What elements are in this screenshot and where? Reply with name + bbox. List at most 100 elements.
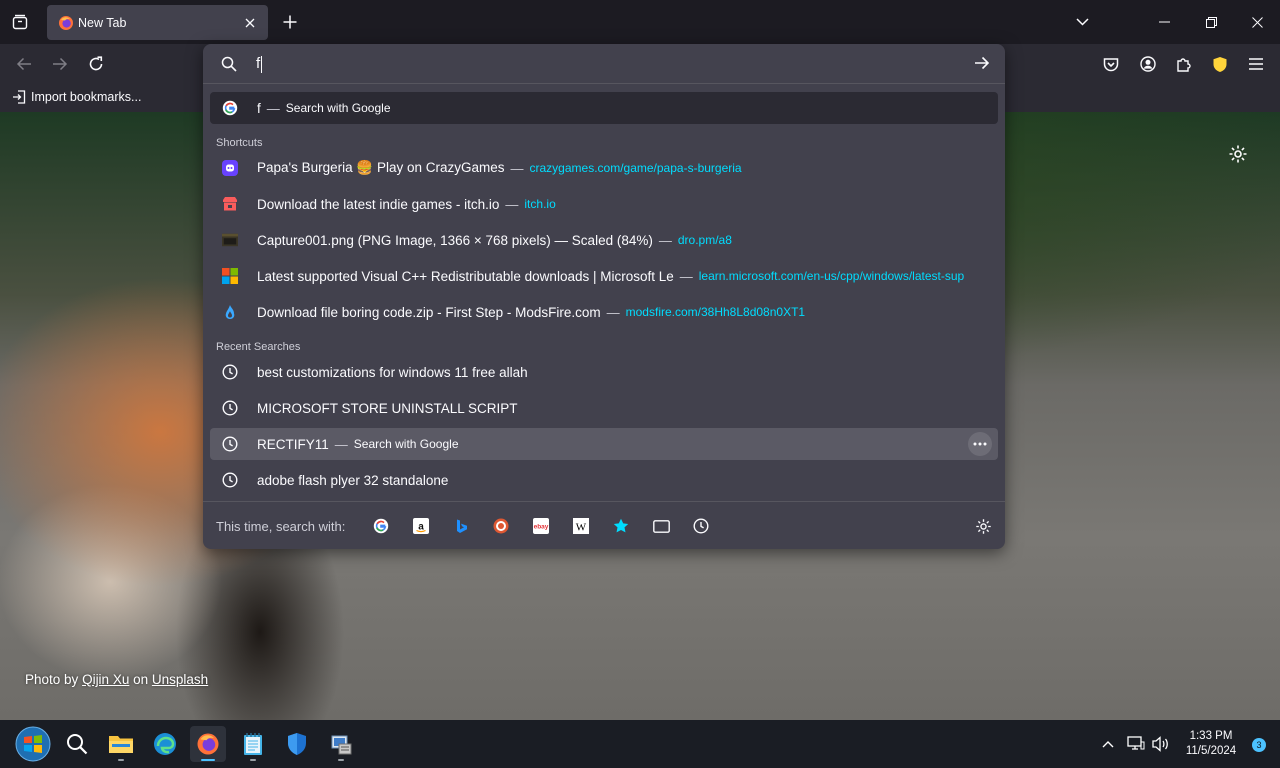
show-hidden-icons-chevron-icon[interactable] xyxy=(1098,734,1118,754)
recent-searches-group-label: Recent Searches xyxy=(216,341,301,353)
search-icon xyxy=(221,56,237,75)
tabs-icon[interactable] xyxy=(650,515,672,537)
shortcut-result[interactable]: Latest supported Visual C++ Redistributa… xyxy=(210,260,998,292)
shortcut-url: learn.microsoft.com/en-us/cpp/windows/la… xyxy=(698,269,965,283)
wikipedia-engine-icon[interactable]: W xyxy=(570,515,592,537)
modsfire-icon xyxy=(222,304,238,320)
svg-text:W: W xyxy=(576,522,587,534)
photo-credit-prefix: Photo by xyxy=(25,672,79,687)
network-icon[interactable] xyxy=(1126,734,1146,754)
shortcut-title: Download file boring code.zip - First St… xyxy=(257,304,601,320)
list-all-tabs-chevron-icon[interactable] xyxy=(1070,10,1094,34)
file-explorer-icon[interactable] xyxy=(103,726,139,762)
pocket-icon[interactable] xyxy=(1099,52,1123,76)
svg-text:ebay: ebay xyxy=(534,524,549,531)
urlbar-input-row[interactable]: f xyxy=(203,44,1005,84)
account-icon[interactable] xyxy=(1136,52,1160,76)
history-clock-icon xyxy=(222,364,238,380)
result-separator: — xyxy=(679,268,693,284)
reload-icon[interactable] xyxy=(84,52,108,76)
bookmarks-star-icon[interactable] xyxy=(610,515,632,537)
firefox-taskbar-icon[interactable] xyxy=(190,726,226,762)
shortcut-title: Download the latest indie games - itch.i… xyxy=(257,196,500,212)
history-clock-icon xyxy=(222,472,238,488)
photo-credit-on: on xyxy=(133,672,149,687)
result-separator: — xyxy=(606,304,620,320)
result-separator: — xyxy=(510,160,524,176)
recent-search-result-hovered[interactable]: RECTIFY11 — Search with Google xyxy=(210,428,998,460)
clock-time: 1:33 PM xyxy=(1189,730,1233,742)
shortcut-url: dro.pm/a8 xyxy=(677,233,732,247)
close-tab-icon[interactable] xyxy=(238,11,262,35)
firefox-view-icon[interactable] xyxy=(8,10,32,34)
edge-browser-icon[interactable] xyxy=(147,726,183,762)
history-clock-icon xyxy=(222,400,238,416)
firefox-logo-icon xyxy=(59,15,73,30)
result-action-text: Search with Google xyxy=(285,101,391,115)
shortcuts-group-label: Shortcuts xyxy=(216,137,263,149)
result-action-text: Search with Google xyxy=(353,437,459,451)
urlbar-panel: f f — Search with Google Shortcuts Papa'… xyxy=(203,44,1005,549)
result-separator: — xyxy=(334,436,348,452)
recent-search-result[interactable]: adobe flash plyer 32 standalone xyxy=(210,464,998,496)
tab-new-tab[interactable]: New Tab xyxy=(47,5,268,40)
start-button-icon[interactable] xyxy=(13,724,53,764)
recent-search-text: best customizations for windows 11 free … xyxy=(257,364,528,380)
result-separator: — xyxy=(505,196,519,212)
tab-title: New Tab xyxy=(78,15,127,30)
result-query-text: f xyxy=(257,100,261,116)
history-clock-icon xyxy=(222,436,238,452)
minimize-window-icon[interactable] xyxy=(1152,10,1176,34)
back-arrow-icon[interactable] xyxy=(12,52,36,76)
history-clock-icon[interactable] xyxy=(690,515,712,537)
shortcut-result[interactable]: Papa's Burgeria 🍔 Play on CrazyGames — c… xyxy=(210,152,998,184)
recent-search-result[interactable]: MICROSOFT STORE UNINSTALL SCRIPT xyxy=(210,392,998,424)
hamburger-menu-icon[interactable] xyxy=(1244,52,1268,76)
recent-search-text: RECTIFY11 xyxy=(257,436,329,452)
system-clock[interactable]: 1:33 PM 11/5/2024 xyxy=(1176,729,1246,759)
image-thumbnail-icon xyxy=(222,232,238,248)
ebay-engine-icon[interactable]: ebay xyxy=(530,515,552,537)
go-arrow-icon[interactable] xyxy=(974,56,990,73)
forward-arrow-icon[interactable] xyxy=(48,52,72,76)
amazon-engine-icon[interactable]: a xyxy=(410,515,432,537)
windows-security-shield-icon[interactable] xyxy=(279,726,315,762)
bing-engine-icon[interactable] xyxy=(450,515,472,537)
recent-search-text: MICROSOFT STORE UNINSTALL SCRIPT xyxy=(257,400,518,416)
new-tab-settings-gear-icon[interactable] xyxy=(1228,144,1248,167)
shortcut-result[interactable]: Capture001.png (PNG Image, 1366 × 768 pi… xyxy=(210,224,998,256)
new-tab-plus-icon[interactable] xyxy=(278,10,302,34)
extensions-puzzle-icon[interactable] xyxy=(1172,52,1196,76)
clock-date: 11/5/2024 xyxy=(1185,745,1237,757)
duckduckgo-engine-icon[interactable] xyxy=(490,515,512,537)
shortcut-result[interactable]: Download the latest indie games - itch.i… xyxy=(210,188,998,220)
search-settings-gear-icon[interactable] xyxy=(972,515,994,537)
volume-speaker-icon[interactable] xyxy=(1151,734,1171,754)
shortcut-url: crazygames.com/game/papa-s-burgeria xyxy=(529,161,742,175)
google-icon xyxy=(222,100,238,116)
notification-badge[interactable]: 3 xyxy=(1252,738,1266,752)
shortcut-result[interactable]: Download file boring code.zip - First St… xyxy=(210,296,998,328)
photo-author-link[interactable]: Qijin Xu xyxy=(82,672,129,687)
close-window-icon[interactable] xyxy=(1245,10,1269,34)
shortcut-url: modsfire.com/38Hh8L8d08n0XT1 xyxy=(625,305,806,319)
itchio-icon xyxy=(222,196,238,212)
unsplash-link[interactable]: Unsplash xyxy=(152,672,208,687)
google-engine-icon[interactable] xyxy=(370,515,392,537)
result-heuristic-search[interactable]: f — Search with Google xyxy=(210,92,998,124)
import-bookmarks-button[interactable]: Import bookmarks... xyxy=(12,90,141,104)
photo-credit: Photo by Qijin Xu on Unsplash xyxy=(25,672,208,687)
import-bookmarks-label: Import bookmarks... xyxy=(31,90,142,104)
ublock-shield-icon[interactable] xyxy=(1208,52,1232,76)
control-panel-icon[interactable] xyxy=(323,726,359,762)
shortcut-url: itch.io xyxy=(524,197,556,211)
shortcut-title: Papa's Burgeria 🍔 Play on CrazyGames xyxy=(257,160,505,175)
result-menu-more-icon[interactable] xyxy=(968,432,992,456)
restore-window-icon[interactable] xyxy=(1199,10,1223,34)
result-separator: — xyxy=(658,232,672,248)
recent-search-result[interactable]: best customizations for windows 11 free … xyxy=(210,356,998,388)
search-taskbar-icon[interactable] xyxy=(59,726,95,762)
tab-strip: New Tab xyxy=(0,0,1280,44)
notepad-icon[interactable] xyxy=(235,726,271,762)
urlbar-input[interactable]: f xyxy=(256,55,263,73)
